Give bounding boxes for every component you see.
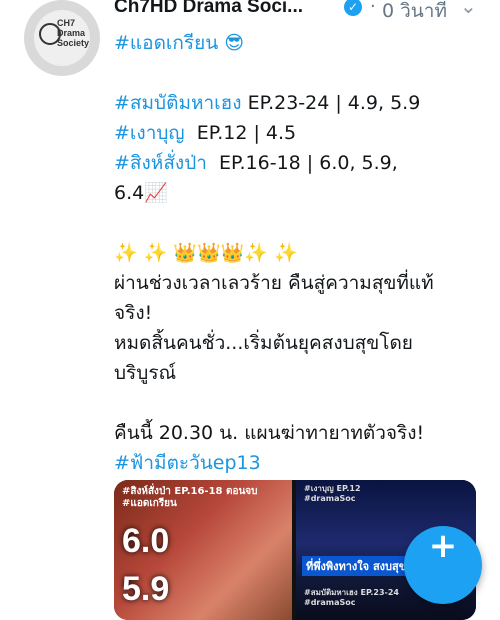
hashtag-link[interactable]: #สิงห์สั่งป่า (114, 152, 207, 174)
verified-badge-icon: ✓ (344, 0, 362, 16)
tweet-line: #ฟ้ามีตะวันep13 (114, 448, 490, 478)
tweet-line: หมดสิ้นคนชั่ว...เริ่มต้นยุคสงบสุขโดย (114, 332, 413, 354)
hashtag-link[interactable]: #ฟ้ามีตะวันep13 (114, 452, 261, 474)
rating-value: 6.0 (122, 522, 170, 560)
tweet-line-text: EP.23-24 | 4.9, 5.9 (241, 92, 421, 114)
tweet-line-text: EP.12 | 4.5 (184, 122, 297, 144)
tweet-timestamp[interactable]: 0 วินาที (382, 0, 447, 26)
hashtag-link[interactable]: #แอดเกรียน 😎 (114, 32, 244, 54)
tweet-line: 6.4📈 (114, 182, 168, 204)
image-1-caption: #สิงห์สั่งป่า EP.16-18 ตอนจบ #แอดเกรียน (122, 486, 258, 509)
tweet-line (114, 58, 490, 88)
tweet-line: #เงาบุญ EP.12 | 4.5 (114, 118, 490, 148)
tweet-line: บริบูรณ์ (114, 362, 177, 384)
image-2-caption: #เงาบุญ EP.12 #dramaSoc (304, 484, 361, 503)
media-image-1[interactable]: #สิงห์สั่งป่า EP.16-18 ตอนจบ #แอดเกรียน … (114, 480, 292, 620)
tweet-line (114, 388, 490, 418)
tweet-line: คืนนี้ 20.30 น. แผนฆ่าทายาทตัวจริง! (114, 422, 425, 444)
tweet-line: #แอดเกรียน 😎 (114, 28, 490, 58)
tweet-header: Ch7HD Drama Soci... ✓ · 0 วินาที ⌄ (114, 0, 494, 22)
avatar-brand-text: CH7 Drama Society (57, 18, 90, 48)
tweet-line: #สิงห์สั่งป่า EP.16-18 | 6.0, 5.9, (114, 148, 490, 178)
chevron-down-icon[interactable]: ⌄ (460, 0, 477, 18)
tweet-line: #สมบัติมหาเฮง EP.23-24 | 4.9, 5.9 (114, 88, 490, 118)
author-name[interactable]: Ch7HD Drama Soci... (114, 0, 303, 18)
tweet-line: จริง! (114, 302, 153, 324)
hashtag-link[interactable]: #สมบัติมหาเฮง (114, 92, 242, 114)
tweet-text: #แอดเกรียน 😎 #สมบัติมหาเฮง EP.23-24 | 4.9… (114, 28, 490, 478)
author-avatar[interactable]: CH7 Drama Society (24, 0, 100, 76)
separator-dot: · (370, 0, 376, 17)
hashtag-link[interactable]: #เงาบุญ (114, 122, 185, 144)
rating-value: 5.9 (122, 570, 170, 608)
compose-tweet-icon[interactable]: + (404, 526, 482, 604)
image-2-sublabel: #สมบัติมหาเฮง EP.23-24 #dramaSoc (304, 588, 399, 607)
tweet-line-text: EP.16-18 | 6.0, 5.9, (206, 152, 398, 174)
tweet-line: ✨ ✨ 👑👑👑✨ ✨ (114, 242, 298, 264)
tweet-line (114, 208, 490, 238)
tweet-line: ผ่านช่วงเวลาเลวร้าย คืนสู่ความสุขที่แท้ (114, 272, 434, 294)
